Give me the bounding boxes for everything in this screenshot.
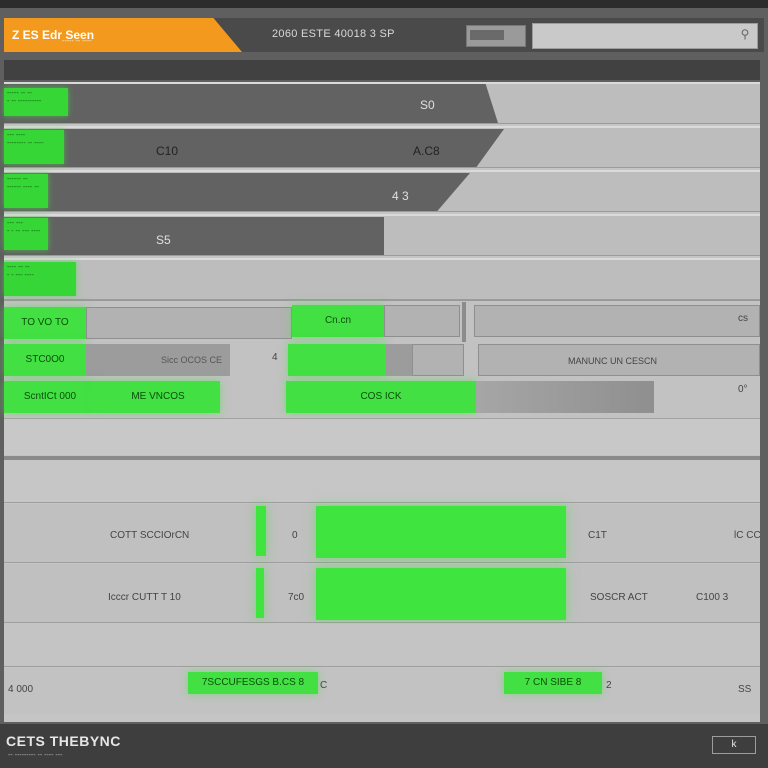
bottom-button-1-tail: C — [320, 680, 328, 691]
control-field-1[interactable] — [86, 307, 292, 339]
bar-row-1-far: lC CC — [734, 530, 761, 541]
row-2-tag[interactable]: --- ---- -------- -- ---- — [4, 130, 64, 164]
control-button-4[interactable]: ME VNCOS — [96, 381, 220, 413]
bottom-button-1[interactable]: 7SCCUFESGS B.CS 8 — [188, 672, 318, 694]
search-input[interactable] — [532, 23, 758, 49]
control-gray-field[interactable]: Sicc OCOS CE — [86, 344, 230, 376]
row-3-tag[interactable]: ------ -- ------ ---- -- — [4, 174, 48, 208]
empty-row — [4, 418, 760, 455]
bar-row-1-marker — [256, 506, 266, 556]
control-row-2-mid: 4 — [272, 352, 278, 363]
control-field-4[interactable] — [412, 344, 464, 376]
bar-row-1-value: 0 — [292, 530, 298, 541]
bar-row-1-label: COTT SCCIOrCN — [110, 530, 190, 541]
row-2-tag-line-2: -------- -- ---- — [7, 140, 44, 147]
progress-row-4-fill — [4, 217, 384, 255]
row-5-tag-line-1: ---- -- -- — [7, 264, 30, 271]
bar-row-2-marker — [256, 568, 264, 618]
row-1-tag-line-1: ----- -- -- — [7, 90, 32, 97]
footer-title: CETS THEBYNC — [6, 733, 121, 749]
search-icon[interactable]: ⚲ — [738, 27, 752, 41]
footer-button[interactable]: k — [712, 736, 756, 754]
bottom-row-right: SS — [738, 684, 752, 695]
control-gray-block — [386, 344, 412, 376]
control-row-2-right: MANUNC UN CESCN — [568, 356, 658, 366]
row-4-tag-line-2: - - -- --- ---- — [7, 228, 41, 235]
bottom-row-left: 4 000 — [8, 684, 34, 695]
control-action-button[interactable]: COS ICK — [286, 381, 476, 413]
bar-row-2-far: C100 3 — [696, 592, 729, 603]
control-row-3-right: 0° — [738, 384, 748, 395]
control-row-1-right: cs — [738, 313, 748, 324]
row-1-tag[interactable]: ----- -- -- - -- ---------- — [4, 88, 68, 116]
control-button-2[interactable]: STC0O0 — [4, 344, 86, 376]
bar-row-2-label: Icccr CUTT T 10 — [108, 592, 181, 603]
progress-row-2-left-value: C10 — [156, 144, 179, 158]
top-strip — [0, 0, 768, 8]
progress-row-1-value: S0 — [420, 98, 435, 112]
control-button-3[interactable]: ScntICt 000 — [4, 381, 96, 413]
row-5-tag-line-2: - - --- ---- — [7, 272, 34, 279]
control-center-button[interactable]: Cn.cn — [292, 305, 384, 337]
column-divider — [462, 302, 466, 342]
row-1-tag-line-2: - -- ---------- — [7, 98, 42, 105]
row-5-tag[interactable]: ---- -- -- - - --- ---- — [4, 262, 76, 296]
row-3-tag-line-1: ------ -- — [7, 176, 28, 183]
bar-row-1-fill — [316, 506, 566, 558]
bottom-button-2[interactable]: 7 CN SIBE 8 — [504, 672, 602, 694]
control-progress-fade — [476, 381, 654, 413]
control-field-3[interactable] — [474, 305, 760, 337]
bar-row-3 — [4, 624, 760, 667]
window-title: 2060 ESTE 40018 3 SP — [272, 28, 395, 40]
brand-sub-label: ----- -- ---- — [62, 38, 92, 45]
progress-row-2-value: A.C8 — [413, 144, 440, 158]
bottom-row — [4, 668, 760, 714]
row-4-tag[interactable]: --- --- - - -- --- ---- — [4, 218, 48, 250]
bars-header — [4, 460, 760, 503]
bar-row-2-fill — [316, 568, 566, 620]
bar-row-2-value: 7c0 — [288, 592, 305, 603]
control-field-2[interactable] — [384, 305, 460, 337]
row-2-tag-line-1: --- ---- — [7, 132, 26, 139]
row-4-tag-line-1: --- --- — [7, 220, 23, 227]
progress-row-5 — [4, 258, 760, 300]
bottom-button-2-tail: 2 — [606, 680, 612, 691]
address-inner — [470, 30, 504, 40]
control-green-block[interactable] — [288, 344, 386, 376]
brand-tab[interactable]: Z ES Edr Seen ----- -- ---- — [4, 18, 242, 52]
bar-row-2-right: SOSCR ACT — [590, 592, 648, 603]
control-button-1[interactable]: TO VO TO — [4, 307, 86, 339]
progress-row-3-value: 4 3 — [392, 189, 409, 203]
toolbar-band — [4, 60, 760, 80]
bar-row-1-right: C1T — [588, 530, 607, 541]
footer-subtitle: -- --------- -- ---- --- — [8, 752, 63, 759]
progress-row-4-value: S5 — [156, 233, 171, 247]
row-3-tag-line-2: ------ ---- -- — [7, 184, 39, 191]
